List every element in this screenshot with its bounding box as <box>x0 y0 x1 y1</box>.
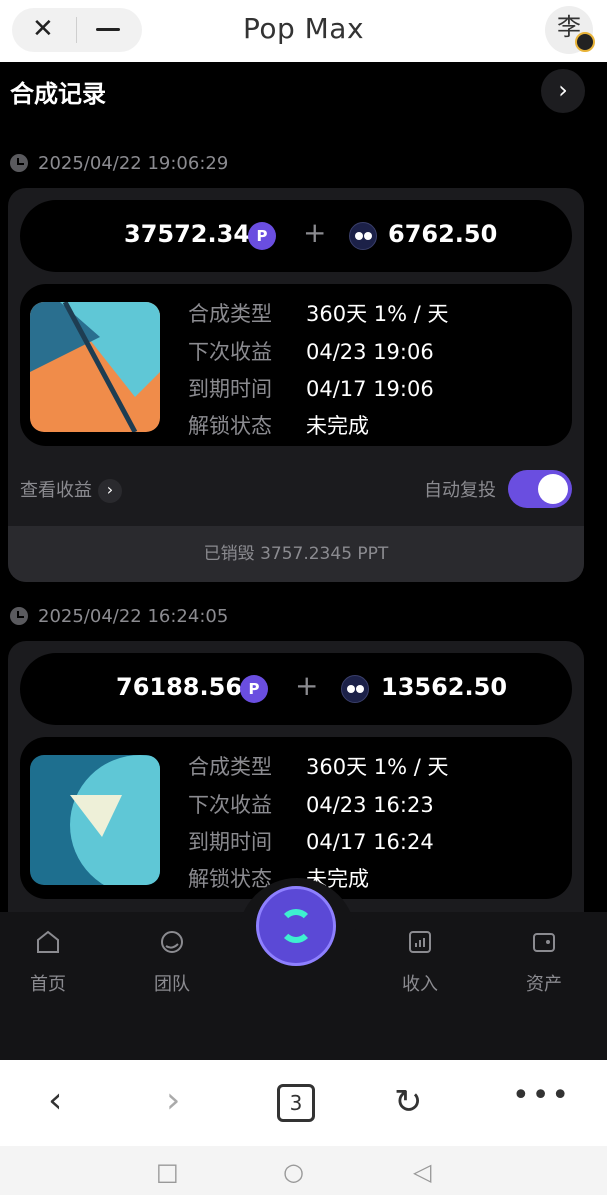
chevron-right-icon: › <box>98 479 122 503</box>
nft-thumbnail <box>30 755 160 885</box>
eyes-coin-icon <box>341 675 369 703</box>
ppt-coin-icon: P <box>248 222 276 250</box>
bottom-nav: 首页 团队 收入 资产 <box>0 878 607 1060</box>
back-icon[interactable]: ‹ <box>48 1080 62 1121</box>
forward-icon[interactable]: › <box>166 1080 180 1121</box>
nft-thumbnail <box>30 302 160 432</box>
expire-row: 到期时间 04/17 19:06 <box>188 377 434 401</box>
sync-icon <box>279 909 313 943</box>
amount-other: 6762.50 <box>388 220 498 248</box>
team-icon <box>161 931 183 953</box>
tab-count-button[interactable]: 3 <box>277 1084 315 1122</box>
wallet-icon <box>533 933 555 952</box>
chevron-right-icon[interactable]: › <box>541 69 585 113</box>
unlock-row: 解锁状态 未完成 <box>188 414 369 438</box>
auto-reinvest-label: 自动复投 <box>424 480 496 501</box>
view-income-link[interactable]: 查看收益 › <box>20 476 122 503</box>
plus-icon: + <box>295 669 319 702</box>
eyes-coin-icon <box>349 222 377 250</box>
record-time-text: 2025/04/22 19:06:29 <box>38 153 229 174</box>
clock-icon <box>10 607 28 625</box>
home-icon <box>37 930 59 953</box>
record-card: 76188.56 P + 13562.50 合成类型 360天 1% / 天 下次… <box>8 641 584 912</box>
nav-team[interactable]: 团队 <box>132 928 212 996</box>
browser-title: Pop Max <box>242 12 365 45</box>
amount-ppt: 76188.56 <box>116 673 243 701</box>
refresh-icon[interactable]: ↻ <box>394 1082 423 1122</box>
page-header: 合成记录 › <box>0 62 607 118</box>
type-row: 合成类型 360天 1% / 天 <box>188 755 449 779</box>
amounts-bar: 76188.56 P + 13562.50 <box>20 653 572 725</box>
plus-icon: + <box>303 216 327 249</box>
recent-apps-icon[interactable]: □ <box>156 1158 179 1186</box>
system-nav-bar: □ ○ ◁ <box>0 1146 607 1195</box>
amounts-bar: 37572.34 P + 6762.50 <box>20 200 572 272</box>
type-row: 合成类型 360天 1% / 天 <box>188 302 449 326</box>
expire-row: 到期时间 04/17 16:24 <box>188 830 434 854</box>
record-info: 合成类型 360天 1% / 天 下次收益 04/23 19:06 到期时间 04/1… <box>20 284 572 446</box>
amount-other: 13562.50 <box>381 673 508 701</box>
home-circle-icon[interactable]: ○ <box>283 1158 304 1186</box>
page-title: 合成记录 <box>10 80 106 108</box>
record-time: 2025/04/22 16:24:05 <box>10 606 228 627</box>
browser-toolbar: ‹ › 3 ↻ ••• <box>0 1060 607 1146</box>
nav-home[interactable]: 首页 <box>8 928 88 996</box>
amount-ppt: 37572.34 <box>124 220 251 248</box>
ppt-coin-icon: P <box>240 675 268 703</box>
next-income-row: 下次收益 04/23 19:06 <box>188 340 434 364</box>
nav-income[interactable]: 收入 <box>380 928 460 996</box>
clock-icon <box>10 154 28 172</box>
nav-assets[interactable]: 资产 <box>504 928 584 996</box>
next-income-row: 下次收益 04/23 16:23 <box>188 793 434 817</box>
record-info: 合成类型 360天 1% / 天 下次收益 04/23 16:23 到期时间 04/1… <box>20 737 572 899</box>
record-card: 37572.34 P + 6762.50 合成类型 360天 1% / 天 下次收… <box>8 188 584 582</box>
browser-top-bar: ✕ Pop Max 李 <box>0 0 607 62</box>
record-time-text: 2025/04/22 16:24:05 <box>38 606 229 627</box>
synthesis-button[interactable] <box>256 886 336 966</box>
back-triangle-icon[interactable]: ◁ <box>413 1158 431 1186</box>
income-icon <box>409 931 431 953</box>
avatar[interactable]: 李 <box>545 6 595 54</box>
badge-icon <box>575 32 595 52</box>
more-icon[interactable]: ••• <box>512 1078 571 1113</box>
burned-amount: 已销毁 3757.2345 PPT <box>8 526 584 582</box>
auto-reinvest-toggle[interactable] <box>508 470 572 508</box>
record-time: 2025/04/22 19:06:29 <box>10 153 228 174</box>
action-row: 查看收益 › 自动复投 <box>20 470 572 520</box>
